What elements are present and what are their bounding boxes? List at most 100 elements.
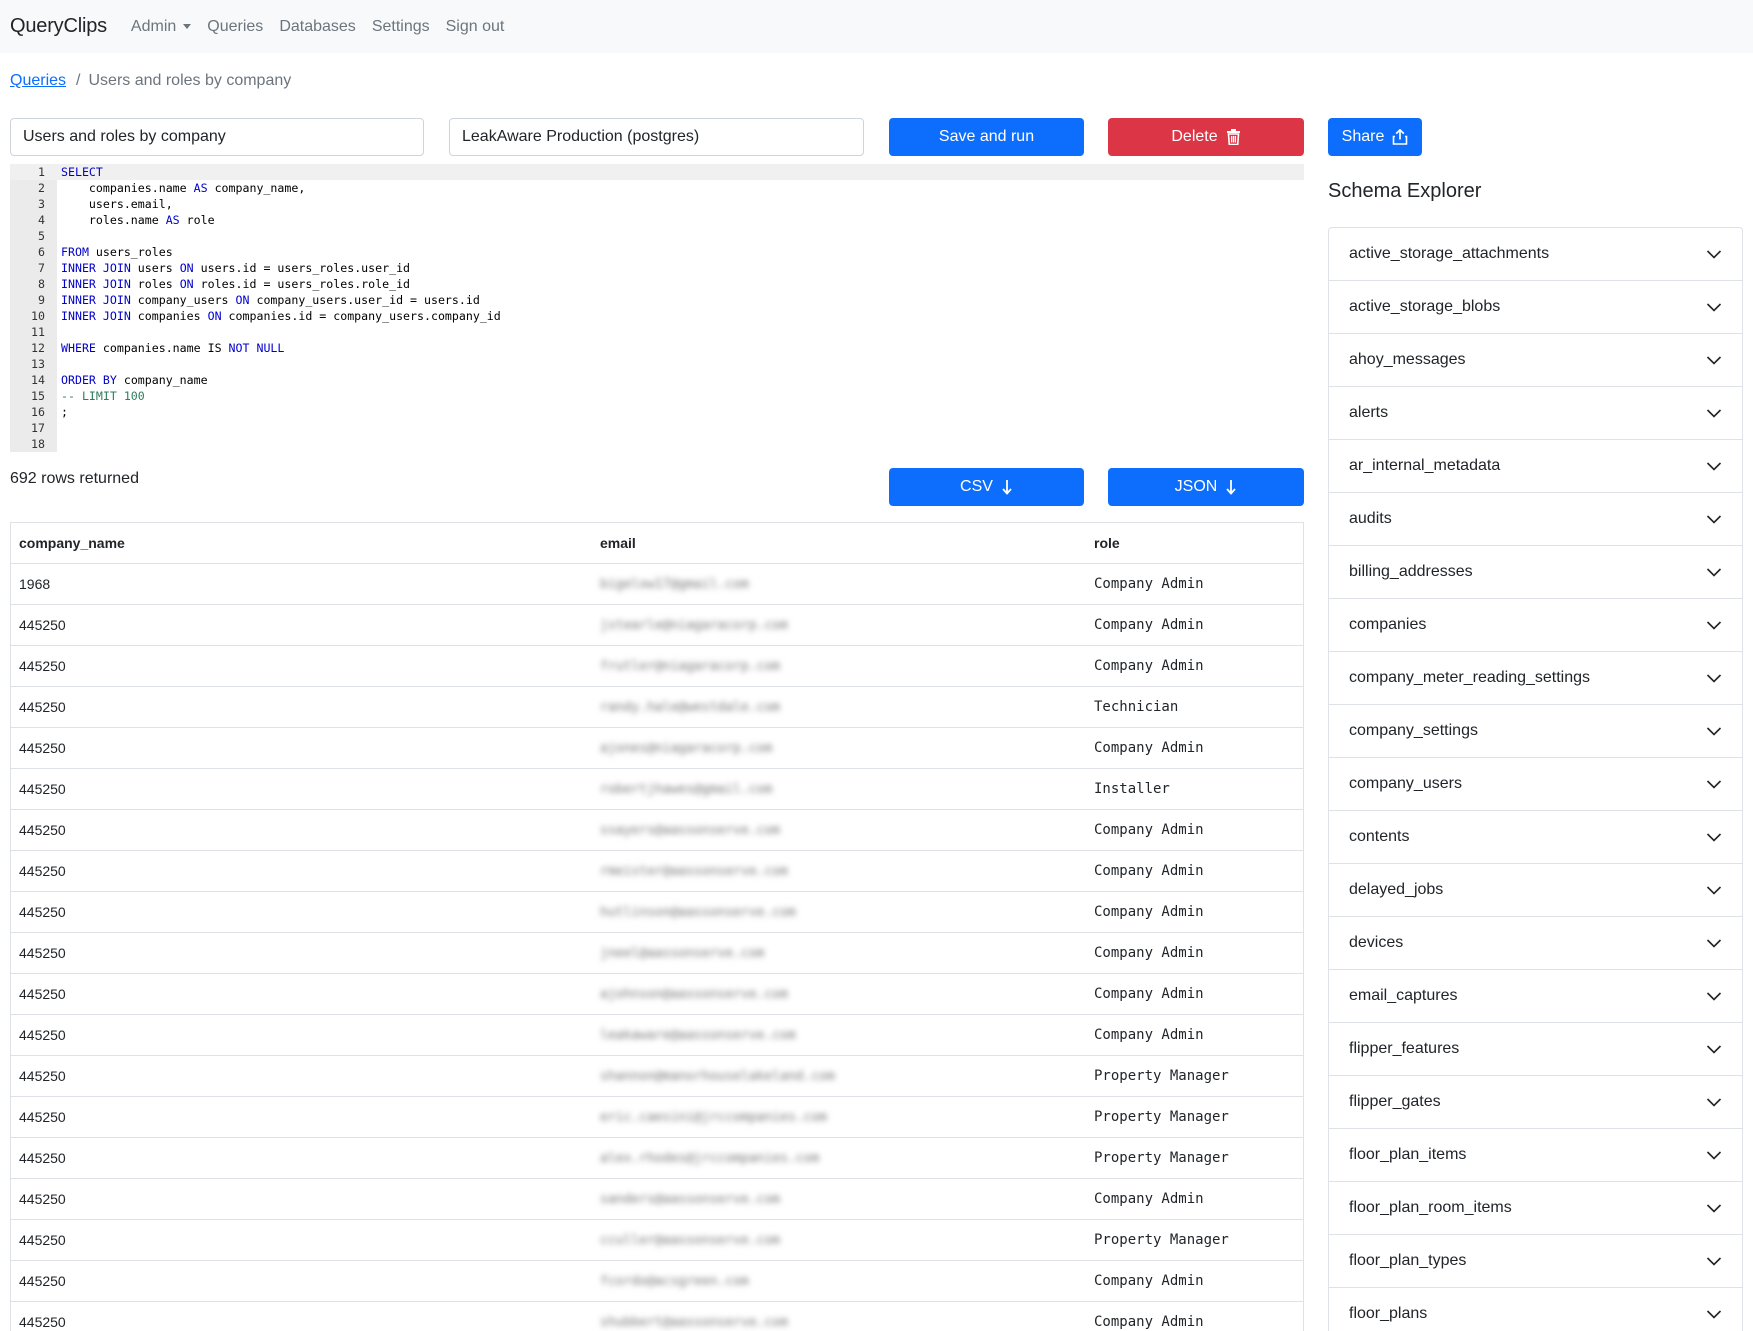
schema-table-name: floor_plan_types <box>1349 1252 1467 1269</box>
column-header-role[interactable]: role <box>1094 523 1120 563</box>
schema-table-item[interactable]: floor_plan_types <box>1329 1235 1742 1288</box>
schema-table-item[interactable]: floor_plan_items <box>1329 1129 1742 1182</box>
code-line[interactable]: 4 roles.name AS role <box>10 212 1304 228</box>
cell-role: Company Admin <box>1094 1261 1204 1301</box>
schema-table-item[interactable]: devices <box>1329 917 1742 970</box>
line-number: 12 <box>31 341 45 355</box>
nav-queries[interactable]: Queries <box>207 18 263 36</box>
cell-company-name-value: 445250 <box>19 1068 66 1084</box>
schema-table-name: company_meter_reading_settings <box>1349 669 1591 686</box>
arrow-down-icon <box>1002 480 1012 495</box>
schema-table-item[interactable]: contents <box>1329 811 1742 864</box>
nav-databases[interactable]: Databases <box>279 18 356 36</box>
schema-table-item[interactable]: audits <box>1329 493 1742 546</box>
breadcrumb-queries-link[interactable]: Queries <box>10 72 66 90</box>
schema-table-item[interactable]: email_captures <box>1329 970 1742 1023</box>
delete-button[interactable]: Delete <box>1108 118 1304 156</box>
schema-table-item[interactable]: billing_addresses <box>1329 546 1742 599</box>
code-line[interactable]: 1 SELECT <box>10 164 1304 180</box>
code-line[interactable]: 7 INNER JOIN users ON users.id = users_ro… <box>10 260 1304 276</box>
save-and-run-button[interactable]: Save and run <box>889 118 1084 156</box>
download-csv-button[interactable]: CSV <box>889 468 1084 506</box>
cell-email-value: rmeister@aassonserve.com <box>600 863 788 879</box>
line-number: 13 <box>31 357 45 371</box>
schema-table-item[interactable]: company_settings <box>1329 705 1742 758</box>
download-json-button[interactable]: JSON <box>1108 468 1304 506</box>
schema-table-item[interactable]: company_meter_reading_settings <box>1329 652 1742 705</box>
cell-role-value: Technician <box>1094 699 1179 715</box>
cell-role-value: Company Admin <box>1094 863 1204 879</box>
code-line[interactable]: 5 <box>10 228 1304 244</box>
cell-email-value: ssayers@aassonserve.com <box>600 822 781 838</box>
cell-role: Company Admin <box>1094 892 1204 932</box>
table-row: 445250 shannon@manorhouselakeland.com Prop… <box>11 1056 1303 1097</box>
code-line[interactable]: 6 FROM users_roles <box>10 244 1304 260</box>
chevron-down-icon <box>1706 303 1722 312</box>
nav-sign-out[interactable]: Sign out <box>446 18 505 36</box>
table-row: 445250 rmeister@aassonserve.com Company Ad… <box>11 851 1303 892</box>
cell-company-name: 445250 <box>19 1097 66 1137</box>
code-line[interactable]: 18 <box>10 436 1304 452</box>
nav-admin-label: Admin <box>130 17 177 35</box>
schema-table-name: company_users <box>1349 775 1462 792</box>
code-line[interactable]: 15 -- LIMIT 100 <box>10 388 1304 404</box>
schema-table-item[interactable]: delayed_jobs <box>1329 864 1742 917</box>
sql-editor[interactable]: 1 SELECT 2 companies.name AS company_name,… <box>10 164 1304 452</box>
code-line[interactable]: 13 <box>10 356 1304 372</box>
schema-table-name: audits <box>1349 510 1392 527</box>
cell-company-name-value: 445250 <box>19 1191 66 1207</box>
brand-logo[interactable]: QueryClips <box>10 15 107 38</box>
code-line[interactable]: 11 <box>10 324 1304 340</box>
code-line[interactable]: 17 <box>10 420 1304 436</box>
cell-company-name: 445250 <box>19 1302 66 1331</box>
code-line[interactable]: 10 INNER JOIN companies ON companies.id =… <box>10 308 1304 324</box>
schema-table-item[interactable]: ar_internal_metadata <box>1329 440 1742 493</box>
schema-table-item[interactable]: ahoy_messages <box>1329 334 1742 387</box>
code-line[interactable]: 9 INNER JOIN company_users ON company_use… <box>10 292 1304 308</box>
database-select[interactable] <box>449 118 864 156</box>
cell-company-name-value: 445250 <box>19 1027 66 1043</box>
schema-table-item[interactable]: active_storage_blobs <box>1329 281 1742 334</box>
cell-company-name-value: 445250 <box>19 1150 66 1166</box>
cell-email: jneel@aassonserve.com <box>600 933 764 973</box>
code-line[interactable]: 3 users.email, <box>10 196 1304 212</box>
chevron-down-icon <box>1706 1257 1722 1266</box>
schema-table-item[interactable]: flipper_gates <box>1329 1076 1742 1129</box>
schema-table-item[interactable]: companies <box>1329 599 1742 652</box>
cell-email-value: jneel@aassonserve.com <box>600 945 765 961</box>
cell-role-value: Company Admin <box>1094 1027 1204 1043</box>
schema-table-item[interactable]: floor_plans <box>1329 1288 1742 1331</box>
rows-returned-count: 692 rows returned <box>10 470 139 487</box>
code-line[interactable]: 8 INNER JOIN roles ON roles.id = users_ro… <box>10 276 1304 292</box>
schema-table-name: company_settings <box>1349 722 1478 739</box>
schema-table-item[interactable]: floor_plan_room_items <box>1329 1182 1742 1235</box>
column-header-email[interactable]: email <box>600 523 636 563</box>
share-button[interactable]: Share <box>1328 118 1422 156</box>
code-text: -- LIMIT 100 <box>61 389 145 403</box>
cell-email: shubbert@aassonserve.com <box>600 1302 788 1331</box>
code-line[interactable]: 2 companies.name AS company_name, <box>10 180 1304 196</box>
schema-table-item[interactable]: flipper_features <box>1329 1023 1742 1076</box>
schema-table-item[interactable]: alerts <box>1329 387 1742 440</box>
line-number: 4 <box>38 213 45 227</box>
cell-role-value: Company Admin <box>1094 1191 1204 1207</box>
line-number: 3 <box>38 197 45 211</box>
cell-role-value: Company Admin <box>1094 945 1204 961</box>
code-line[interactable]: 14 ORDER BY company_name <box>10 372 1304 388</box>
nav-admin-dropdown[interactable]: Admin <box>130 17 192 36</box>
column-header-company-name[interactable]: company_name <box>19 523 125 563</box>
schema-table-item[interactable]: company_users <box>1329 758 1742 811</box>
nav-settings[interactable]: Settings <box>372 18 430 36</box>
code-line[interactable]: 12 WHERE companies.name IS NOT NULL <box>10 340 1304 356</box>
cell-role: Company Admin <box>1094 728 1204 768</box>
table-row: 445250 shubbert@aassonserve.com Company Ad… <box>11 1302 1303 1331</box>
query-name-input[interactable] <box>10 118 424 156</box>
cell-company-name: 1968 <box>19 564 50 604</box>
arrow-down-icon <box>1226 480 1237 495</box>
cell-company-name: 445250 <box>19 1015 66 1055</box>
table-row: 445250 cculler@aassonserve.com Property Ma… <box>11 1220 1303 1261</box>
code-line[interactable]: 16; <box>10 404 1304 420</box>
schema-table-item[interactable]: active_storage_attachments <box>1329 228 1742 281</box>
cell-role: Company Admin <box>1094 646 1204 686</box>
table-row: 445250 sanders@aassonserve.com Company Adm… <box>11 1179 1303 1220</box>
